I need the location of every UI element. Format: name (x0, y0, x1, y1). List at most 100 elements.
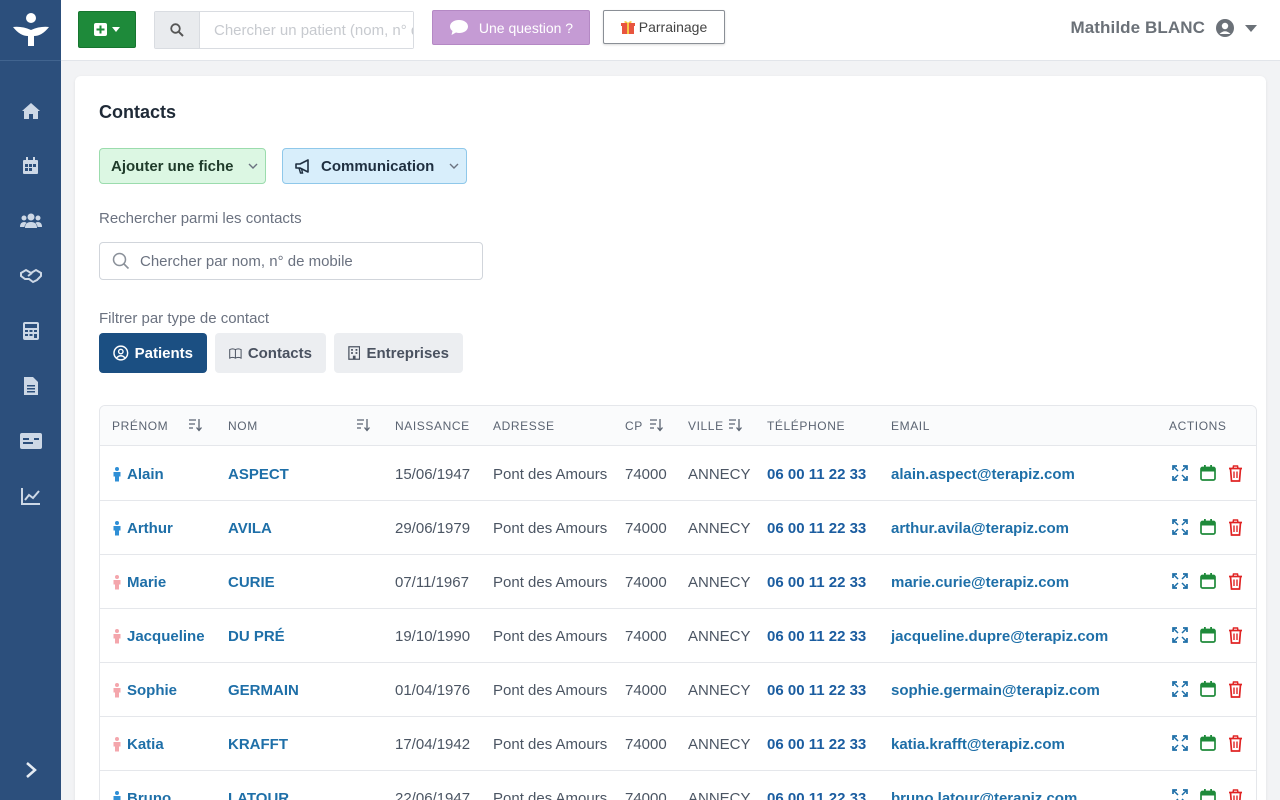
email-cell[interactable]: bruno.latour@terapiz.com (891, 771, 1077, 800)
expand-icon[interactable] (1172, 627, 1188, 643)
trash-icon[interactable] (1228, 627, 1243, 644)
header-lastname[interactable]: NOM (228, 406, 258, 446)
email-cell[interactable]: jacqueline.dupre@terapiz.com (891, 609, 1108, 663)
add-record-button[interactable]: Ajouter une fiche (99, 148, 266, 184)
lastname-link[interactable]: KRAFFT (228, 736, 288, 753)
lastname-link[interactable]: GERMAIN (228, 682, 299, 699)
firstname-cell[interactable]: Katia (112, 717, 164, 771)
email-cell[interactable]: alain.aspect@terapiz.com (891, 447, 1075, 501)
sort-icon[interactable] (188, 418, 202, 432)
sidebar-item-patients[interactable] (0, 206, 61, 236)
filter-companies-button[interactable]: Entreprises (334, 333, 463, 373)
phone-link[interactable]: 06 00 11 22 33 (767, 466, 866, 483)
trash-icon[interactable] (1228, 573, 1243, 590)
sort-icon[interactable] (728, 418, 742, 432)
firstname-cell[interactable]: Sophie (112, 663, 177, 717)
expand-icon[interactable] (1172, 519, 1188, 535)
phone-cell[interactable]: 06 00 11 22 33 (767, 501, 866, 555)
phone-link[interactable]: 06 00 11 22 33 (767, 520, 866, 537)
communication-button[interactable]: Communication (282, 148, 467, 184)
sidebar-item-home[interactable] (0, 96, 61, 126)
expand-icon[interactable] (1172, 465, 1188, 481)
calendar-icon[interactable] (1200, 465, 1216, 481)
referral-button[interactable]: Parrainage (603, 10, 725, 44)
expand-icon[interactable] (1172, 681, 1188, 697)
lastname-cell[interactable]: AVILA (228, 501, 272, 555)
phone-cell[interactable]: 06 00 11 22 33 (767, 609, 866, 663)
trash-icon[interactable] (1228, 519, 1243, 536)
firstname-cell[interactable]: Marie (112, 555, 166, 609)
email-cell[interactable]: arthur.avila@terapiz.com (891, 501, 1069, 555)
phone-link[interactable]: 06 00 11 22 33 (767, 574, 866, 591)
patient-search-input[interactable] (200, 12, 413, 48)
lastname-link[interactable]: DU PRÉ (228, 628, 285, 645)
sidebar-item-agenda[interactable] (0, 151, 61, 181)
app-logo[interactable] (0, 0, 61, 61)
table-row[interactable]: Bruno LATOUR 22/06/1947 Pont des Amours 7400… (100, 771, 1256, 800)
email-link[interactable]: marie.curie@terapiz.com (891, 574, 1069, 591)
email-link[interactable]: sophie.germain@terapiz.com (891, 682, 1100, 699)
firstname-link[interactable]: Alain (127, 466, 164, 483)
table-row[interactable]: Arthur AVILA 29/06/1979 Pont des Amours 7400… (100, 501, 1256, 555)
phone-link[interactable]: 06 00 11 22 33 (767, 790, 866, 800)
table-row[interactable]: Marie CURIE 07/11/1967 Pont des Amours 74000… (100, 555, 1256, 609)
lastname-link[interactable]: AVILA (228, 520, 272, 537)
sort-icon[interactable] (649, 418, 663, 432)
expand-icon[interactable] (1172, 573, 1188, 589)
email-link[interactable]: bruno.latour@terapiz.com (891, 790, 1077, 800)
phone-link[interactable]: 06 00 11 22 33 (767, 682, 866, 699)
question-button[interactable]: Une question ? (432, 10, 590, 45)
firstname-cell[interactable]: Bruno (112, 771, 171, 800)
firstname-link[interactable]: Jacqueline (127, 628, 205, 645)
calendar-icon[interactable] (1200, 681, 1216, 697)
firstname-cell[interactable]: Jacqueline (112, 609, 205, 663)
email-link[interactable]: katia.krafft@terapiz.com (891, 736, 1065, 753)
header-zip[interactable]: CP (625, 406, 643, 446)
trash-icon[interactable] (1228, 735, 1243, 752)
firstname-link[interactable]: Bruno (127, 790, 171, 800)
calendar-icon[interactable] (1200, 627, 1216, 643)
phone-cell[interactable]: 06 00 11 22 33 (767, 663, 866, 717)
filter-contacts-button[interactable]: Contacts (215, 333, 326, 373)
firstname-cell[interactable]: Arthur (112, 501, 173, 555)
firstname-link[interactable]: Arthur (127, 520, 173, 537)
sidebar-item-payments[interactable] (0, 426, 61, 456)
trash-icon[interactable] (1228, 789, 1243, 800)
phone-cell[interactable]: 06 00 11 22 33 (767, 717, 866, 771)
sidebar-item-documents[interactable] (0, 371, 61, 401)
calendar-icon[interactable] (1200, 735, 1216, 751)
calendar-icon[interactable] (1200, 789, 1216, 800)
lastname-link[interactable]: LATOUR (228, 790, 289, 800)
calendar-icon[interactable] (1200, 573, 1216, 589)
filter-patients-button[interactable]: Patients (99, 333, 207, 373)
table-row[interactable]: Jacqueline DU PRÉ 19/10/1990 Pont des Amour… (100, 609, 1256, 663)
lastname-cell[interactable]: GERMAIN (228, 663, 299, 717)
trash-icon[interactable] (1228, 681, 1243, 698)
firstname-link[interactable]: Katia (127, 736, 164, 753)
email-cell[interactable]: marie.curie@terapiz.com (891, 555, 1069, 609)
lastname-cell[interactable]: ASPECT (228, 447, 289, 501)
firstname-link[interactable]: Marie (127, 574, 166, 591)
quick-add-button[interactable] (78, 11, 136, 48)
sidebar-item-partners[interactable] (0, 261, 61, 291)
phone-cell[interactable]: 06 00 11 22 33 (767, 555, 866, 609)
sort-icon[interactable] (356, 418, 370, 432)
table-row[interactable]: Sophie GERMAIN 01/04/1976 Pont des Amours 74… (100, 663, 1256, 717)
email-link[interactable]: alain.aspect@terapiz.com (891, 466, 1075, 483)
lastname-cell[interactable]: LATOUR (228, 771, 289, 800)
email-cell[interactable]: katia.krafft@terapiz.com (891, 717, 1065, 771)
sidebar-expand-button[interactable] (0, 755, 61, 785)
lastname-cell[interactable]: CURIE (228, 555, 275, 609)
table-row[interactable]: Katia KRAFFT 17/04/1942 Pont des Amours 7400… (100, 717, 1256, 771)
email-link[interactable]: arthur.avila@terapiz.com (891, 520, 1069, 537)
header-firstname[interactable]: PRÉNOM (112, 406, 168, 446)
sidebar-item-stats[interactable] (0, 481, 61, 511)
user-menu[interactable]: Mathilde BLANC (1070, 18, 1257, 38)
lastname-link[interactable]: CURIE (228, 574, 275, 591)
phone-link[interactable]: 06 00 11 22 33 (767, 628, 866, 645)
email-link[interactable]: jacqueline.dupre@terapiz.com (891, 628, 1108, 645)
phone-link[interactable]: 06 00 11 22 33 (767, 736, 866, 753)
lastname-cell[interactable]: KRAFFT (228, 717, 288, 771)
trash-icon[interactable] (1228, 465, 1243, 482)
lastname-link[interactable]: ASPECT (228, 466, 289, 483)
